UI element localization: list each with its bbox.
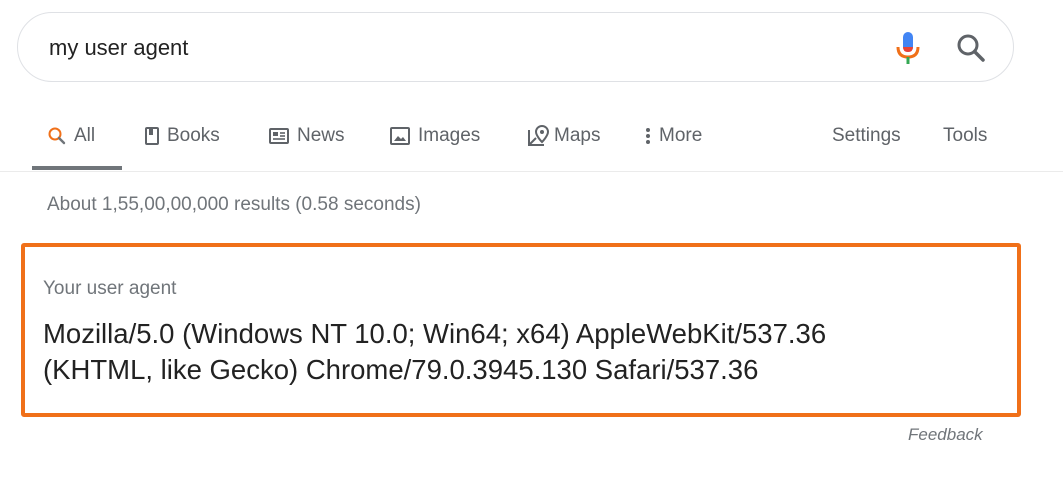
search-icon[interactable] [955,32,987,64]
tab-more[interactable]: More [645,123,702,149]
user-agent-value: Mozilla/5.0 (Windows NT 10.0; Win64; x64… [43,316,1003,388]
microphone-icon[interactable] [895,30,921,66]
user-agent-line-2: (KHTML, like Gecko) Chrome/79.0.3945.130… [43,354,759,385]
feedback-link[interactable]: Feedback [908,425,983,445]
search-box [17,12,1014,82]
tab-label: News [297,125,345,146]
tab-news[interactable]: News [268,123,345,149]
result-stats: About 1,55,00,00,000 results (0.58 secon… [47,194,421,215]
tab-books[interactable]: Books [144,123,220,149]
search-results-page: All Books News [0,0,1063,488]
tab-label: Books [167,125,220,146]
tab-maps[interactable]: Maps [526,123,600,149]
book-icon [144,126,160,146]
image-icon [389,126,411,146]
tabs-divider [0,171,1063,172]
more-vert-icon [645,126,651,146]
map-pin-icon [526,124,550,148]
tab-images[interactable]: Images [389,123,480,149]
tab-all[interactable]: All [47,123,95,149]
tab-label: Images [418,125,481,146]
tools-label: Tools [943,125,988,146]
tab-label: Maps [554,125,601,146]
tools-link[interactable]: Tools [943,123,987,149]
answer-label: Your user agent [43,278,177,299]
user-agent-answer-card: Your user agent Mozilla/5.0 (Windows NT … [21,243,1021,417]
search-tabs: All Books News Images Maps More Settings… [0,110,1063,172]
active-tab-indicator [32,166,122,170]
tab-label: All [74,125,96,146]
newspaper-icon [268,126,290,146]
search-icon [47,126,67,146]
search-input[interactable] [49,31,849,65]
user-agent-line-1: Mozilla/5.0 (Windows NT 10.0; Win64; x64… [43,318,827,349]
settings-link[interactable]: Settings [832,123,901,149]
tab-label: More [659,125,703,146]
settings-label: Settings [832,125,901,146]
